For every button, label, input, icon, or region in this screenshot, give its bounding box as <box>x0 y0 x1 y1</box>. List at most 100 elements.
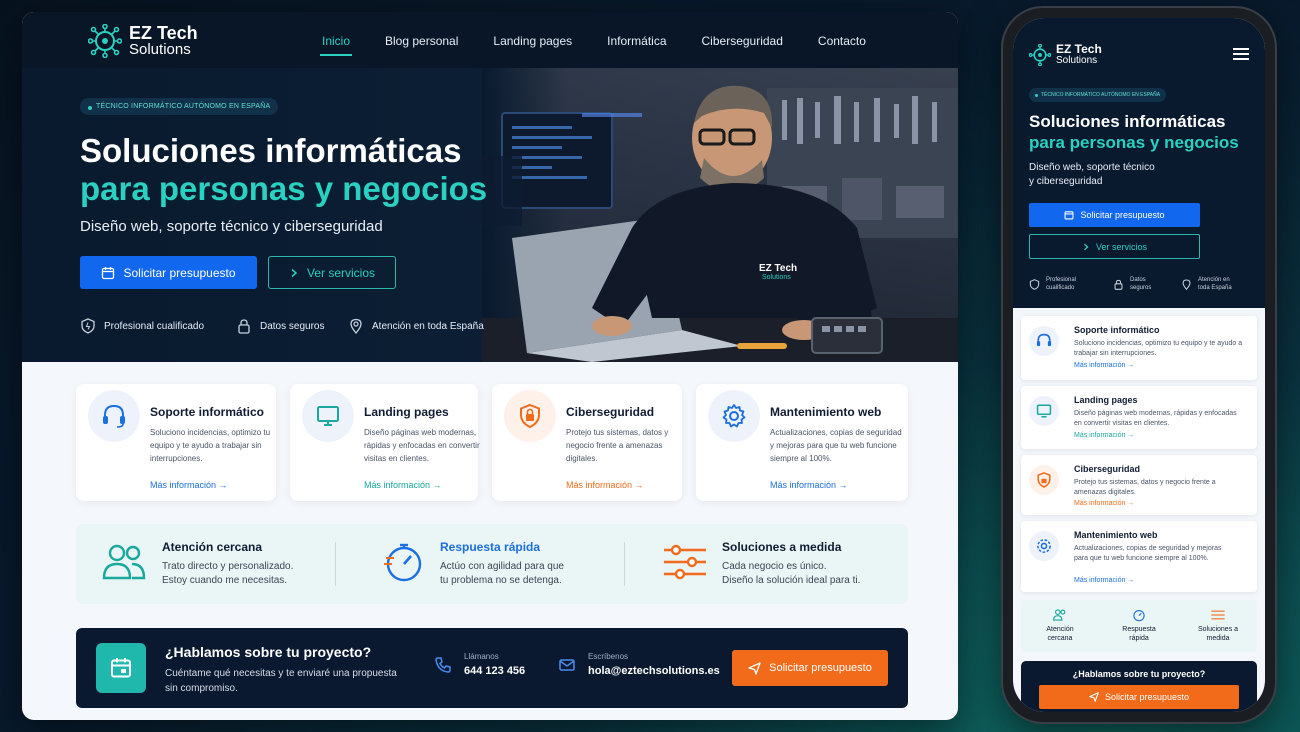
mobile-service-card-soporte[interactable]: Soporte informático Soluciono incidencia… <box>1021 316 1257 380</box>
service-more-link[interactable]: Más información → <box>770 480 848 490</box>
hero-title-line1: Soluciones informáticas <box>80 132 462 169</box>
nav-item-contacto[interactable]: Contacto <box>818 34 866 48</box>
feature-desc-line2: Diseño la solución ideal para ti. <box>722 575 861 586</box>
feature-label-line2: rápida <box>1129 635 1149 642</box>
cta-phone[interactable]: Llámanos 644 123 456 <box>434 652 525 677</box>
feature-title: Soluciones a medida <box>722 540 842 554</box>
mobile-request-quote-label: Solicitar presupuesto <box>1080 210 1165 220</box>
users-icon <box>102 544 146 580</box>
mobile-screen: EZ Tech Solutions TÉCNICO INFORMÁTICO AU… <box>1013 18 1265 712</box>
service-more-link[interactable]: Más información → <box>1074 577 1134 584</box>
sliders-icon <box>1211 610 1225 620</box>
mobile-hero-title-line1: Soluciones informáticas <box>1029 112 1226 131</box>
service-more-link[interactable]: Más información → <box>566 480 644 490</box>
trust-label-line2: cualificado <box>1046 285 1075 291</box>
hamburger-menu-icon[interactable] <box>1233 48 1249 60</box>
monitor-icon <box>302 390 354 442</box>
service-more-link[interactable]: Más información → <box>150 480 228 490</box>
service-description: Protejo tus sistemas, datos y negocio fr… <box>566 428 669 463</box>
feature-soluciones: Soluciones a medida Cada negocio es únic… <box>662 540 860 588</box>
cta-description: Cuéntame qué necesitas y te enviaré una … <box>165 668 397 694</box>
mobile-view-services-button[interactable]: Ver servicios <box>1029 234 1200 259</box>
trust-item-spain-wide: Atención en toda España <box>348 318 484 334</box>
nav-item-blog-personal[interactable]: Blog personal <box>385 34 458 48</box>
hero-badge: TÉCNICO INFORMÁTICO AUTÓNOMO EN ESPAÑA <box>80 98 279 115</box>
mobile-mockup: EZ Tech Solutions TÉCNICO INFORMÁTICO AU… <box>1003 8 1275 722</box>
brand-name-line1: EZ Tech <box>1056 42 1102 56</box>
service-more-link[interactable]: Más información → <box>1074 500 1134 507</box>
shield-lock-icon <box>1029 465 1059 495</box>
mobile-hero-title-line2: para personas y negocios <box>1029 133 1239 152</box>
mobile-trust-secure: Datos seguros <box>1113 276 1151 292</box>
service-title: Landing pages <box>364 405 449 419</box>
circuit-logo-icon <box>1029 44 1051 66</box>
brand-name-line2: Solutions <box>1056 55 1098 66</box>
nav-item-ciberseguridad[interactable]: Ciberseguridad <box>702 34 783 48</box>
calendar-icon <box>96 643 146 693</box>
top-navigation: EZ Tech Solutions Inicio Blog personal L… <box>22 12 958 68</box>
service-title: Landing pages <box>1074 395 1138 405</box>
phone-number: 644 123 456 <box>464 665 526 677</box>
trust-label-line2: seguros <box>1130 285 1152 291</box>
service-description: Soluciono incidencias, optimizo tu equip… <box>150 428 271 463</box>
technician-illustration: EZ Tech Solutions <box>482 85 958 362</box>
nav-item-inicio[interactable]: Inicio <box>319 34 353 56</box>
hero-subtitle: Diseño web, soporte técnico y cibersegur… <box>80 218 383 235</box>
feature-desc-line1: Actúo con agilidad para que <box>440 561 564 572</box>
feature-label-line1: Atención <box>1046 626 1074 633</box>
divider <box>624 542 625 586</box>
trust-label-line1: Atención en <box>1198 277 1230 283</box>
service-card-mantenimiento[interactable]: Mantenimiento web Actualizaciones, copia… <box>696 384 908 501</box>
map-pin-icon <box>350 318 362 334</box>
mobile-service-card-mantenimiento[interactable]: Mantenimiento web Actualizaciones, copia… <box>1021 521 1257 592</box>
request-quote-button[interactable]: Solicitar presupuesto <box>80 256 257 289</box>
mobile-service-card-landing[interactable]: Landing pages Diseño páginas web moderna… <box>1021 386 1257 449</box>
service-more-link[interactable]: Más información → <box>364 480 442 490</box>
trust-label: Datos seguros <box>260 320 325 332</box>
trust-item-secure-data: Datos seguros <box>236 318 324 334</box>
service-card-soporte[interactable]: Soporte informático Soluciono incidencia… <box>76 384 276 501</box>
mobile-trust-spain: Atención en toda España <box>1181 276 1232 292</box>
shirt-logo-text: EZ Tech <box>759 263 797 274</box>
brand-logo[interactable]: EZ Tech Solutions <box>88 24 198 58</box>
desktop-mockup: EZ Tech Solutions Inicio Blog personal L… <box>22 12 958 720</box>
feature-desc-line2: Estoy cuando me necesitas. <box>162 575 288 586</box>
feature-atencion: Atención cercana Trato directo y persona… <box>100 540 293 588</box>
cta-request-quote-button[interactable]: Solicitar presupuesto <box>732 650 888 686</box>
chevron-right-icon <box>291 268 298 277</box>
features-strip: Atención cercana Trato directo y persona… <box>76 524 908 604</box>
feature-respuesta: Respuesta rápida Actúo con agilidad para… <box>382 540 564 588</box>
service-more-link[interactable]: Más información → <box>1074 432 1134 439</box>
mobile-request-quote-button[interactable]: Solicitar presupuesto <box>1029 203 1200 227</box>
mobile-brand-logo[interactable]: EZ Tech Solutions <box>1029 42 1102 66</box>
sliders-icon <box>664 544 706 580</box>
users-icon <box>1053 609 1066 621</box>
lock-icon <box>1114 279 1123 290</box>
service-card-ciberseguridad[interactable]: Ciberseguridad Protejo tus sistemas, dat… <box>492 384 682 501</box>
service-title: Mantenimiento web <box>1074 530 1158 540</box>
mobile-feature-atencion: Atención cercana <box>1021 608 1099 643</box>
gear-icon <box>708 390 760 442</box>
service-card-landing[interactable]: Landing pages Diseño páginas web moderna… <box>290 384 480 501</box>
shield-icon <box>1029 278 1040 290</box>
divider <box>335 542 336 586</box>
nav-item-landing-pages[interactable]: Landing pages <box>493 34 572 48</box>
mobile-cta-request-quote-button[interactable]: Solicitar presupuesto <box>1039 685 1239 709</box>
cta-button-label: Solicitar presupuesto <box>769 662 872 674</box>
service-more-link[interactable]: Más información → <box>1074 362 1134 369</box>
trust-label-line1: Profesional <box>1046 277 1077 283</box>
service-description: Protejo tus sistemas, datos y negocio fr… <box>1074 479 1216 496</box>
cta-banner: ¿Hablamos sobre tu proyecto? Cuéntame qu… <box>76 628 908 708</box>
feature-label-line1: Soluciones a <box>1197 626 1239 633</box>
monitor-icon <box>1029 396 1059 426</box>
shirt-logo-text-2: Solutions <box>762 274 791 281</box>
cta-email[interactable]: Escríbenos hola@eztechsolutions.es <box>558 652 720 677</box>
feature-title: Atención cercana <box>162 540 263 554</box>
nav-item-informatica[interactable]: Informática <box>607 34 666 48</box>
view-services-button[interactable]: Ver servicios <box>268 256 396 289</box>
service-title: Ciberseguridad <box>1074 464 1141 474</box>
service-title: Mantenimiento web <box>770 405 882 419</box>
feature-label-line2: cercana <box>1047 635 1073 642</box>
mobile-service-card-ciberseguridad[interactable]: Ciberseguridad Protejo tus sistemas, dat… <box>1021 455 1257 515</box>
feature-title: Respuesta rápida <box>440 540 541 554</box>
